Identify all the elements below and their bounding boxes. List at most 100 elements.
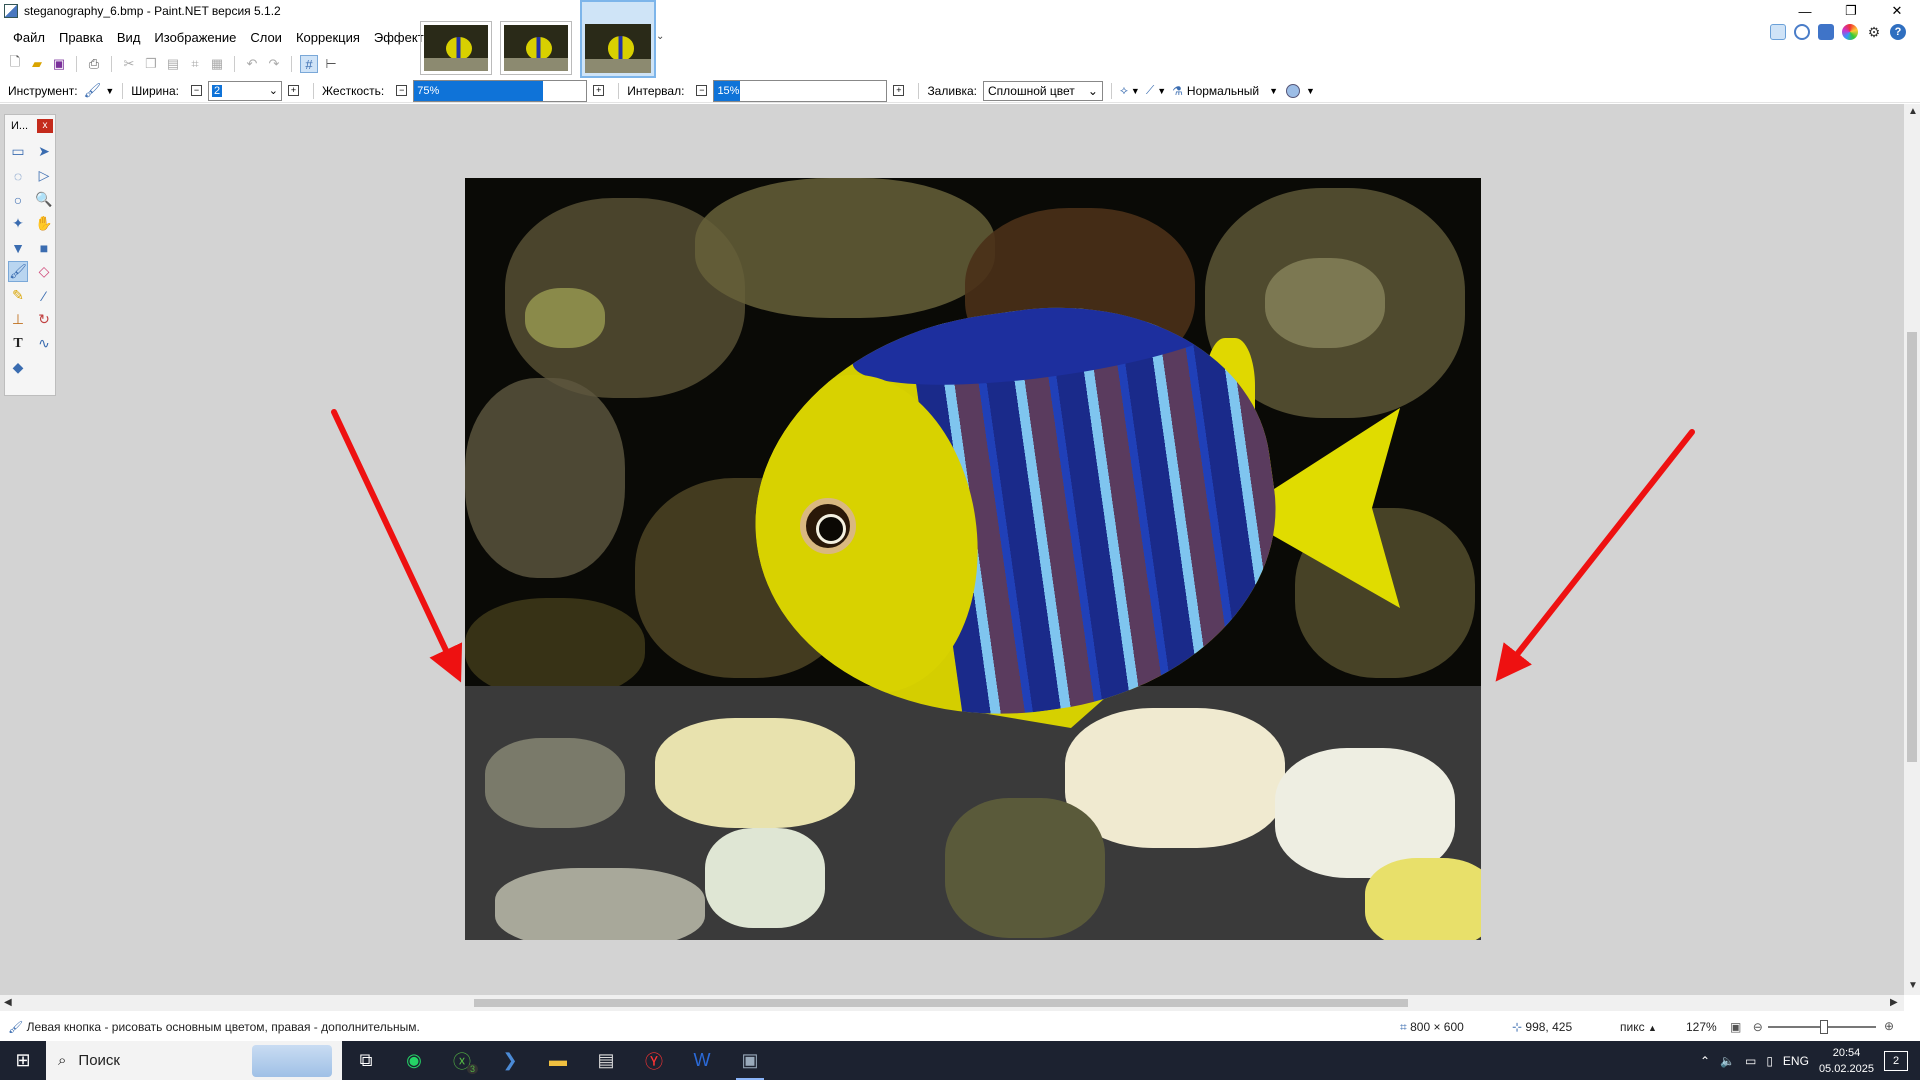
blend-mode-value[interactable]: Нормальный [1187,84,1259,98]
zoom-in-icon[interactable]: ⊕ [1884,1019,1894,1033]
notifications-icon[interactable]: 2 [1884,1050,1908,1071]
zoom-slider[interactable] [1768,1020,1876,1034]
help-icon[interactable]: ? [1890,24,1906,40]
chevron-down-icon[interactable]: ⌄ [1088,84,1098,98]
line-curve-icon[interactable]: ∿ [34,333,54,354]
antialiasing-dropdown-icon[interactable]: ▼ [1131,86,1140,96]
menu-image[interactable]: Изображение [147,30,243,45]
fill-select[interactable]: Сплошной цвет ⌄ [982,80,1103,101]
new-file-icon[interactable]: 🗋 [6,54,24,73]
paintnet-app-icon[interactable] [4,4,18,18]
width-decrease-button[interactable]: − [190,85,202,96]
colors-icon[interactable] [1842,24,1858,40]
color-picker-icon[interactable]: ⁄ [34,285,54,306]
cut-icon[interactable]: ✂ [120,55,138,73]
redo-icon[interactable]: ↷ [265,55,283,73]
clock[interactable]: 20:54 05.02.2025 [1819,1045,1874,1077]
recolor-icon[interactable]: ↻ [34,309,54,330]
paintbrush-tool-icon[interactable]: 🖌 [8,261,28,282]
spacing-decrease-button[interactable]: − [696,85,708,96]
unit-dropdown-icon[interactable]: ▲ [1648,1023,1657,1033]
scroll-down-icon[interactable]: ▼ [1908,980,1918,991]
tools-palette-close-button[interactable]: x [37,119,53,133]
pixel-grid-icon[interactable]: # [300,55,318,73]
ellipse-select-icon[interactable]: ○ [8,189,28,210]
menu-file[interactable]: Файл [6,30,52,45]
tools-window-icon[interactable] [1770,24,1786,40]
zoom-icon[interactable]: 🔍 [34,189,54,210]
word-icon[interactable]: W [678,1041,726,1080]
move-selection-icon[interactable]: ▷ [34,165,54,186]
vertical-scrollbar[interactable]: ▲ ▼ [1904,104,1920,995]
menu-layers[interactable]: Слои [243,30,289,45]
layers-icon[interactable] [1818,24,1834,40]
scroll-left-icon[interactable]: ◀ [4,997,12,1008]
xbox-icon[interactable]: ⓧ 3 [438,1041,486,1080]
menu-view[interactable]: Вид [110,30,148,45]
image-list-dropdown-icon[interactable]: ⌄ [656,31,664,42]
paintbrush-icon[interactable]: 🖌 [84,82,102,99]
taskbar-search[interactable]: ⌕ Поиск [46,1041,342,1080]
restore-button[interactable]: ❐ [1828,0,1874,22]
pan-hand-icon[interactable]: ✋ [34,213,54,234]
crop-icon[interactable]: ⌗ [186,55,204,73]
paint-bucket-icon[interactable]: ▼ [8,237,28,258]
image-tab-thumbnail[interactable] [420,21,492,75]
move-selected-icon[interactable]: ➤ [34,141,54,162]
image-tab-thumbnail[interactable] [500,21,572,75]
vertical-scroll-thumb[interactable] [1907,332,1917,762]
unit-selector[interactable]: пикс ▲ [1620,1020,1657,1034]
scroll-right-icon[interactable]: ▶ [1890,997,1898,1008]
alpha-blending-dropdown-icon[interactable]: ▼ [1157,86,1166,96]
tool-dropdown-icon[interactable]: ▼ [105,86,114,96]
volume-icon[interactable]: 🔈 [1720,1054,1735,1068]
start-button-windows-icon[interactable]: ⊞ [0,1041,46,1080]
scroll-up-icon[interactable]: ▲ [1908,106,1918,117]
clone-stamp-icon[interactable]: ⊥ [8,309,28,330]
antialiasing-icon[interactable]: ⟡ [1120,83,1128,98]
settings-gear-icon[interactable]: ⚙ [1866,24,1882,40]
network-icon[interactable]: ▭ [1745,1054,1756,1068]
deselect-icon[interactable]: ▦ [208,55,226,73]
zoom-level[interactable]: 127% ▣ ⊖ [1686,1020,1763,1034]
menu-edit[interactable]: Правка [52,30,110,45]
shapes-icon[interactable]: ◆ [8,357,28,378]
lasso-select-icon[interactable]: ◌ [8,165,28,186]
language-indicator[interactable]: ENG [1783,1054,1809,1068]
undo-icon[interactable]: ↶ [243,55,261,73]
pencil-icon[interactable]: ✎ [8,285,28,306]
selection-mode-icon[interactable] [1286,83,1300,98]
paste-icon[interactable]: ▤ [164,55,182,73]
copy-icon[interactable]: ❐ [142,55,160,73]
brush-width-field[interactable]: 2 ⌄ [207,80,282,101]
hardness-increase-button[interactable]: + [593,85,605,96]
history-icon[interactable] [1794,24,1810,40]
width-increase-button[interactable]: + [287,85,299,96]
selection-mode-dropdown-icon[interactable]: ▼ [1306,86,1315,96]
paintnet-taskbar-icon[interactable]: ▣ [726,1041,774,1080]
rectangle-select-icon[interactable]: ▭ [8,141,28,162]
close-button[interactable]: ✕ [1874,0,1920,22]
zoom-slider-knob[interactable] [1820,1020,1828,1034]
save-icon[interactable]: ▣ [50,55,68,73]
hardness-decrease-button[interactable]: − [396,85,408,96]
print-icon[interactable]: ⎙ [85,55,103,73]
menu-adjustments[interactable]: Коррекция [289,30,367,45]
magic-wand-icon[interactable]: ✦ [8,213,28,234]
open-file-icon[interactable]: ▰ [28,55,46,73]
alpha-blending-icon[interactable]: ⟋ [1146,83,1154,98]
text-tool-icon[interactable]: T [8,333,28,354]
rulers-icon[interactable]: ⊢ [322,55,340,73]
file-explorer-icon[interactable]: ▬ [534,1041,582,1080]
task-view-icon[interactable]: ⧉ [342,1041,390,1080]
display-icon[interactable]: ▯ [1766,1054,1773,1068]
horizontal-scroll-thumb[interactable] [474,999,1408,1007]
notepad-app-icon[interactable]: ▤ [582,1041,630,1080]
eraser-icon[interactable]: ◇ [34,261,54,282]
blend-mode-icon[interactable]: ⚗ [1172,84,1183,98]
image-tab-thumbnail-active[interactable] [580,0,656,78]
hardness-slider[interactable]: 75% [413,79,588,102]
minimize-button[interactable]: — [1782,0,1828,22]
canvas-workspace[interactable] [0,104,1904,995]
zoom-out-icon[interactable]: ⊖ [1753,1020,1763,1034]
